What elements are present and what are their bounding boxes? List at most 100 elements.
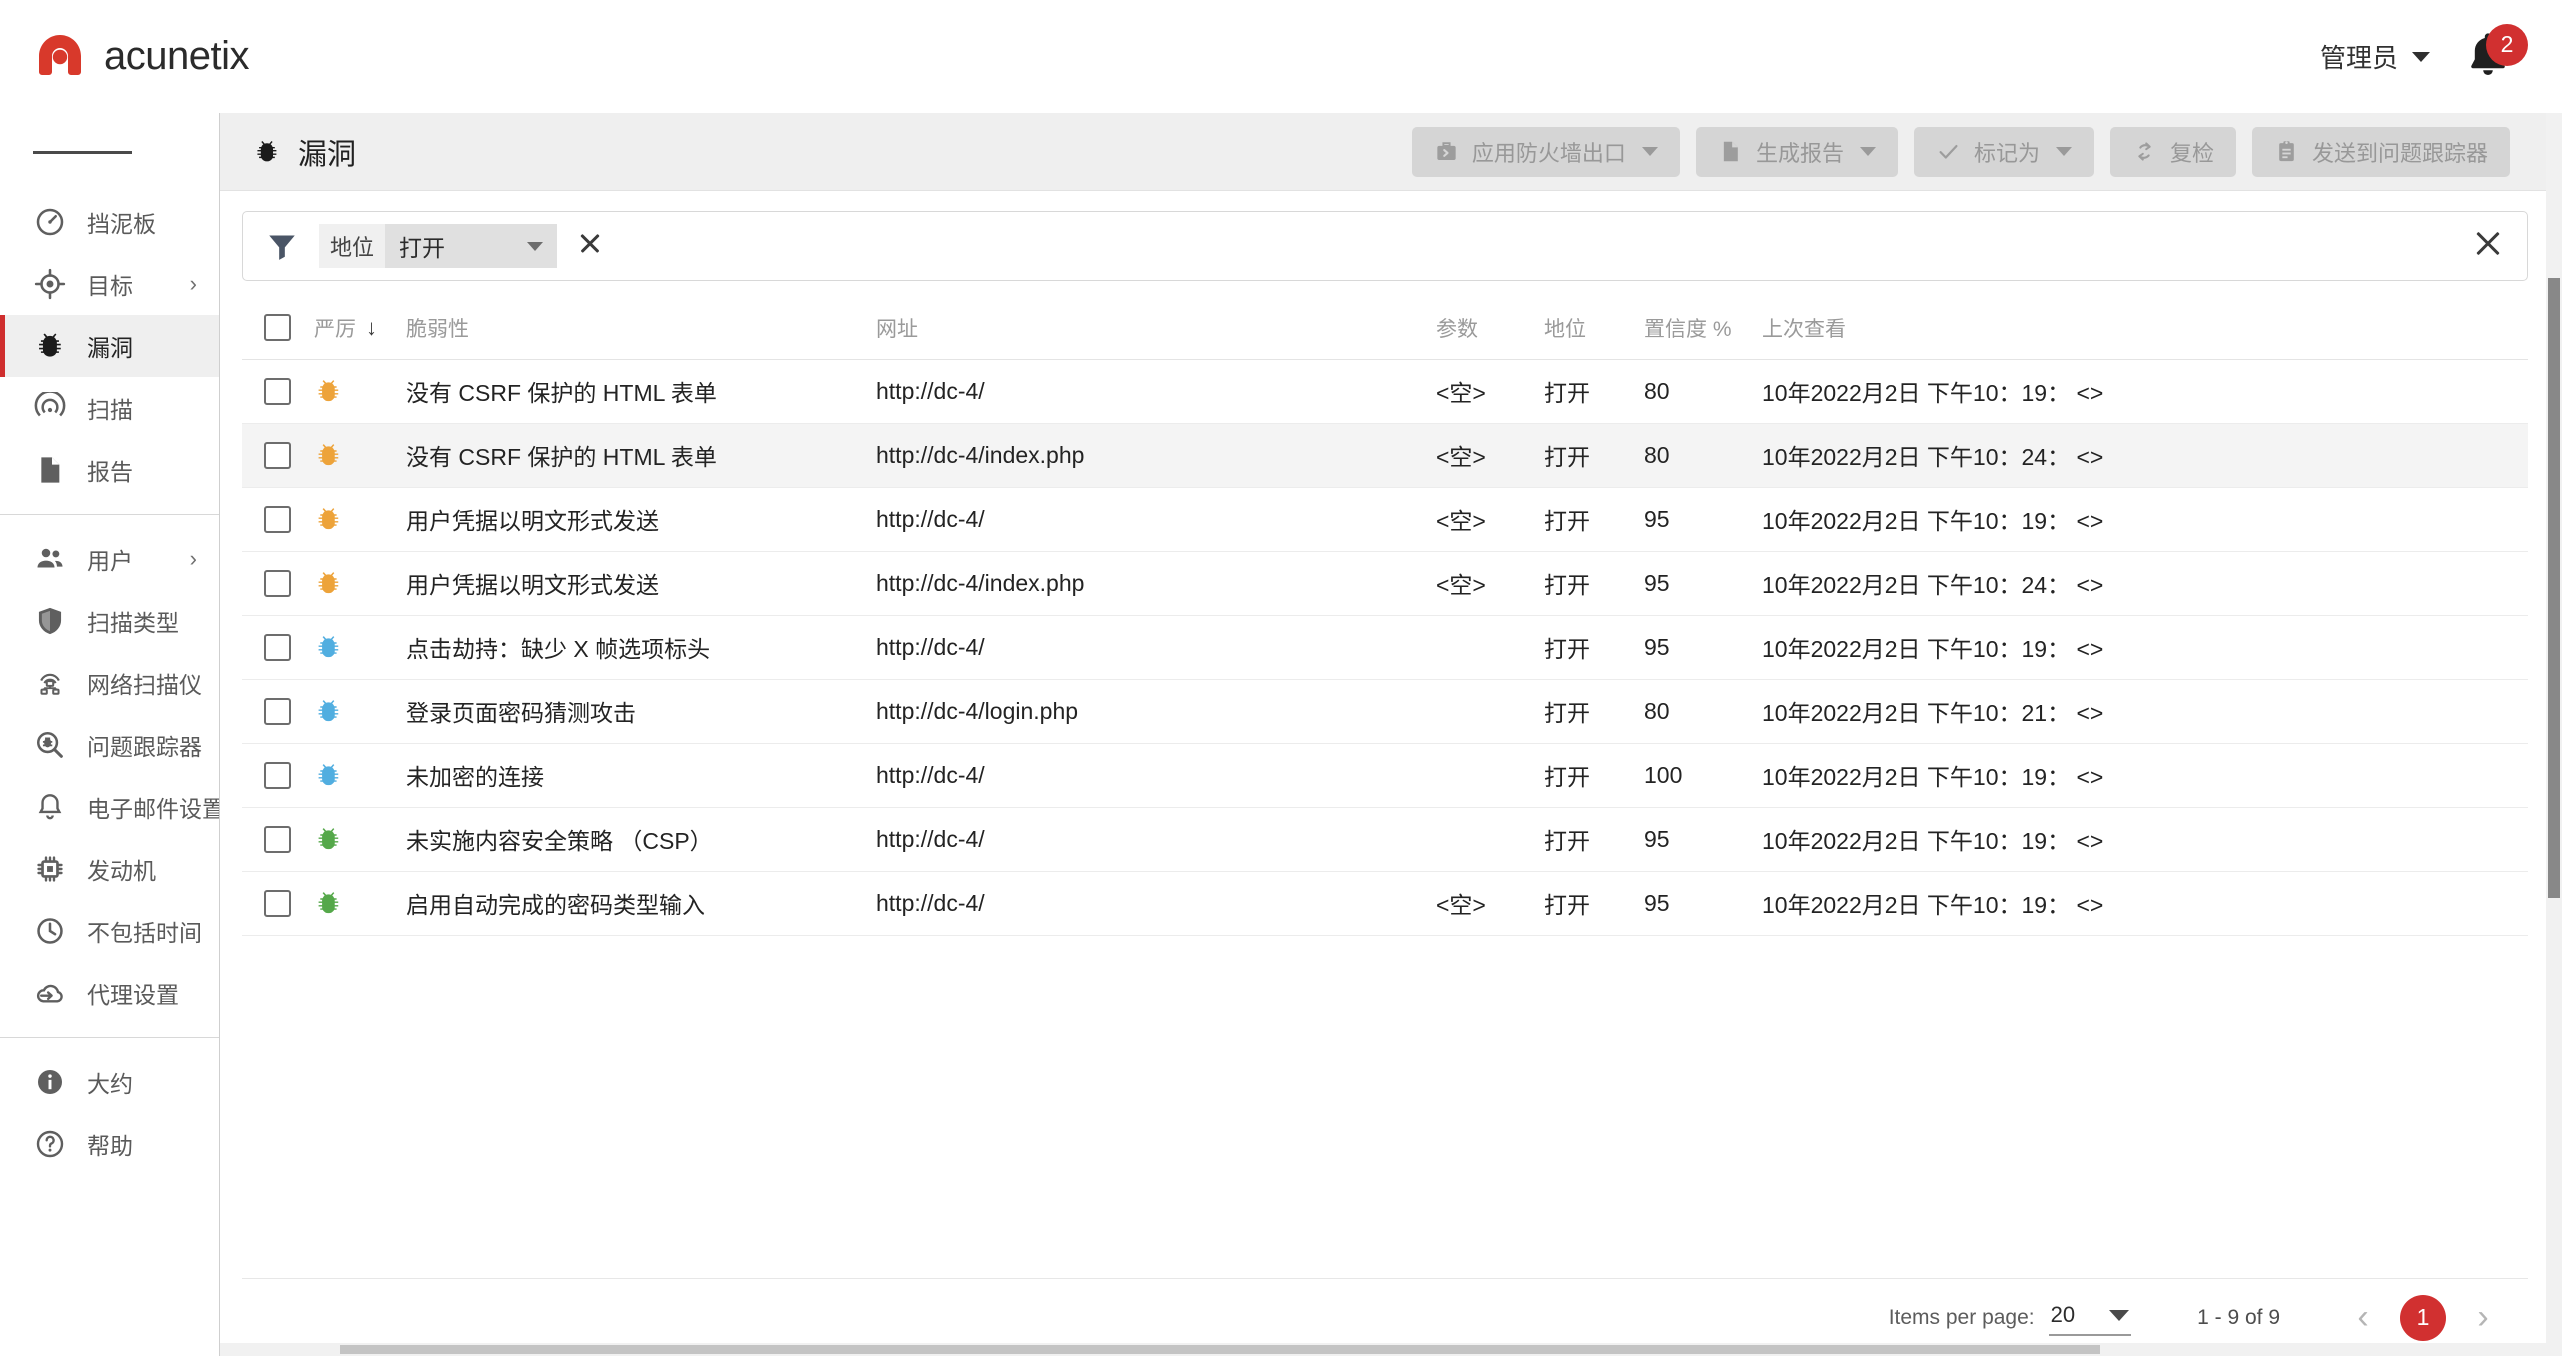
table-row[interactable]: 用户凭据以明文形式发送 http://dc-4/index.php <空> 打开 95 1… [242, 551, 2528, 616]
header-parameter[interactable]: 参数 [1436, 297, 1544, 360]
current-page-button[interactable]: 1 [2400, 1294, 2446, 1341]
hamburger-line [33, 150, 66, 154]
sidebar-item-vulnerabilities[interactable]: 漏洞 [0, 315, 219, 377]
sidebar-toggle-button[interactable] [0, 113, 219, 191]
sidebar-item-reports[interactable]: 报告 [0, 439, 219, 501]
row-last-seen: 10年2022月2日 下午10：19： <> [1762, 807, 2528, 872]
table-row[interactable]: 没有 CSRF 保护的 HTML 表单 http://dc-4/index.php… [242, 423, 2528, 488]
row-vulnerability-name: 用户凭据以明文形式发送 [406, 551, 876, 616]
sidebar-item-label: 问题跟踪器 [87, 734, 202, 760]
header-url[interactable]: 网址 [876, 297, 1436, 360]
row-checkbox[interactable] [264, 569, 291, 597]
sidebar-item-help[interactable]: 帮助 [0, 1113, 219, 1175]
sidebar-item-about[interactable]: 大约 [0, 1051, 219, 1113]
table-row[interactable]: 登录页面密码猜测攻击 http://dc-4/login.php 打开 80 10年20… [242, 679, 2528, 744]
recheck-button[interactable]: 复检 [2109, 126, 2236, 177]
sidebar-divider [0, 1037, 219, 1038]
notifications-button[interactable]: 2 [2464, 23, 2528, 85]
header-vulnerability[interactable]: 脆弱性 [406, 297, 876, 360]
severity-bug-icon [318, 891, 339, 913]
row-checkbox[interactable] [264, 825, 291, 853]
sidebar-item-email-settings[interactable]: 电子邮件设置 [0, 776, 219, 838]
funnel-icon [269, 235, 295, 260]
items-per-page-select[interactable]: 20 [2048, 1299, 2132, 1336]
row-confidence: 95 [1644, 871, 1762, 936]
table-row[interactable]: 未加密的连接 http://dc-4/打开 100 10年2022月2日 下午10：1… [242, 743, 2528, 808]
notification-badge: 2 [2486, 23, 2528, 66]
row-select-cell [242, 487, 314, 552]
chevron-down-icon [1641, 147, 1658, 156]
table-row[interactable]: 没有 CSRF 保护的 HTML 表单 http://dc-4/<空> 打开 80 10… [242, 359, 2528, 424]
button-label: 生成报告 [1755, 140, 1844, 166]
export-to-waf-button[interactable]: 应用防火墙出口 [1411, 126, 1680, 177]
generate-report-button[interactable]: 生成报告 [1695, 126, 1898, 177]
vertical-scrollbar-thumb[interactable] [2548, 278, 2560, 898]
filter-status-select[interactable]: 打开 [385, 224, 558, 268]
sidebar-item-label: 网络扫描仪 [87, 672, 202, 698]
header-confidence[interactable]: 置信度 % [1644, 297, 1762, 360]
vulnerabilities-table-wrapper: 严厉 ↓ 脆弱性 网址 参数 地位 置信度 % 上次查看 没有 CSRF 保护的… [242, 297, 2528, 1278]
send-to-issue-tracker-button[interactable]: 发送到问题跟踪器 [2251, 126, 2510, 177]
row-vulnerability-name: 没有 CSRF 保护的 HTML 表单 [406, 359, 876, 424]
row-checkbox[interactable] [264, 889, 291, 917]
check-icon [1939, 144, 1958, 159]
button-label: 复检 [2169, 140, 2214, 166]
row-severity-cell [314, 807, 406, 872]
select-all-checkbox[interactable] [264, 314, 291, 342]
table-row[interactable]: 未实施内容安全策略 （CSP） http://dc-4/打开 95 10年2022月2… [242, 807, 2528, 872]
header-status[interactable]: 地位 [1544, 297, 1644, 360]
row-status: 打开 [1544, 743, 1644, 808]
horizontal-scrollbar[interactable] [220, 1343, 2546, 1356]
header-severity[interactable]: 严厉 ↓ [314, 297, 406, 360]
filter-chip: 地位 打开 [319, 224, 558, 268]
sidebar-item-scan-types[interactable]: 扫描类型 [0, 590, 219, 652]
row-checkbox[interactable] [264, 697, 291, 725]
button-label: 发送到问题跟踪器 [2311, 140, 2488, 166]
row-checkbox[interactable] [264, 761, 291, 789]
row-select-cell [242, 615, 314, 680]
sidebar-item-excluded-hours[interactable]: 不包括时间 [0, 900, 219, 962]
brand-logo-area[interactable]: acunetix [34, 31, 249, 83]
sidebar-item-proxy-settings[interactable]: 代理设置 [0, 962, 219, 1024]
table-row[interactable]: 点击劫持：缺少 X 帧选项标头 http://dc-4/打开 95 10年2022月2… [242, 615, 2528, 680]
bell-icon [33, 790, 67, 824]
header-last-seen[interactable]: 上次查看 [1762, 297, 2528, 360]
clear-all-filters-button[interactable] [2471, 227, 2505, 266]
sidebar-item-issue-trackers[interactable]: 问题跟踪器 [0, 714, 219, 776]
row-confidence: 95 [1644, 487, 1762, 552]
mark-as-button[interactable]: 标记为 [1913, 126, 2094, 177]
next-page-button[interactable]: › [2460, 1295, 2506, 1341]
row-severity-cell [314, 743, 406, 808]
sort-descending-icon: ↓ [366, 314, 377, 340]
row-url: http://dc-4/index.php [876, 423, 1436, 488]
sidebar-item-network-scanner[interactable]: 网络扫描仪 [0, 652, 219, 714]
chevron-right-icon: › [189, 271, 197, 296]
row-parameter [1436, 679, 1544, 744]
sidebar-item-scans[interactable]: 扫描 [0, 377, 219, 439]
horizontal-scrollbar-thumb[interactable] [340, 1345, 2100, 1354]
row-checkbox[interactable] [264, 441, 291, 469]
sidebar-item-targets[interactable]: 目标 › [0, 253, 219, 315]
remove-filter-button[interactable] [576, 230, 604, 263]
row-parameter [1436, 743, 1544, 808]
row-last-seen: 10年2022月2日 下午10：19： <> [1762, 615, 2528, 680]
sidebar: 挡泥板 目标 › 漏洞 扫描 报告 用户 › 扫描类型 网络扫描仪 问题跟踪器 … [0, 113, 220, 1356]
user-menu-button[interactable]: 管理员 [2320, 38, 2430, 75]
sidebar-item-label: 目标 [87, 273, 133, 299]
row-checkbox[interactable] [264, 505, 291, 533]
row-checkbox[interactable] [264, 377, 291, 405]
sidebar-item-dashboard[interactable]: 挡泥板 [0, 191, 219, 253]
vertical-scrollbar[interactable] [2546, 113, 2562, 1356]
row-url: http://dc-4/ [876, 615, 1436, 680]
row-checkbox[interactable] [264, 633, 291, 661]
sidebar-item-engines[interactable]: 发动机 [0, 838, 219, 900]
table-row[interactable]: 启用自动完成的密码类型输入 http://dc-4/<空> 打开 95 10年2022月… [242, 871, 2528, 936]
table-row[interactable]: 用户凭据以明文形式发送 http://dc-4/<空> 打开 95 10年2022月2日… [242, 487, 2528, 552]
sidebar-item-label: 帮助 [87, 1133, 133, 1159]
row-last-seen: 10年2022月2日 下午10：19： <> [1762, 359, 2528, 424]
hamburger-line [66, 150, 99, 154]
row-select-cell [242, 807, 314, 872]
sidebar-item-users[interactable]: 用户 › [0, 528, 219, 590]
previous-page-button[interactable]: ‹ [2340, 1295, 2386, 1341]
row-confidence: 95 [1644, 551, 1762, 616]
